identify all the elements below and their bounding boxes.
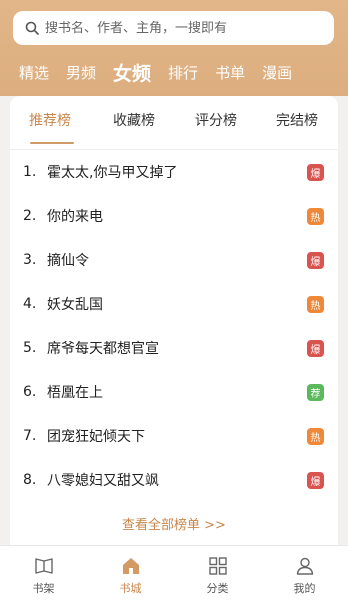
list-item[interactable]: 4. 妖女乱国 热 bbox=[10, 282, 338, 326]
hot-badge: 爆 bbox=[307, 471, 324, 489]
recommend-badge: 荐 bbox=[307, 383, 324, 401]
book-title: 霍太太,你马甲又掉了 bbox=[47, 165, 178, 181]
book-title: 席爷每天都想官宣 bbox=[47, 341, 159, 357]
hot-badge: 热 bbox=[307, 427, 324, 445]
hot-badge: 热 bbox=[307, 295, 324, 313]
tab-recommended[interactable]: 推荐榜 bbox=[29, 110, 71, 130]
book-title: 妖女乱国 bbox=[47, 297, 103, 313]
ranking-card: 推荐榜 收藏榜 评分榜 完结榜 1. 霍太太,你马甲又掉了 爆 2. 你的来电 … bbox=[10, 96, 338, 545]
nav-item-male[interactable]: 男频 bbox=[66, 62, 96, 83]
bottom-tab-bar: 书架 书城 分类 我的 bbox=[0, 545, 348, 600]
search-bar[interactable] bbox=[13, 11, 334, 45]
book-title: 梧凰在上 bbox=[47, 385, 103, 401]
list-item[interactable]: 5. 席爷每天都想官宣 爆 bbox=[10, 326, 338, 370]
ranking-tabs: 推荐榜 收藏榜 评分榜 完结榜 bbox=[10, 110, 338, 140]
nav-item-female[interactable]: 女频 bbox=[113, 59, 151, 86]
rank-number: 5. bbox=[23, 340, 37, 356]
list-item[interactable]: 3. 摘仙令 爆 bbox=[10, 238, 338, 282]
book-title: 团宠狂妃倾天下 bbox=[47, 429, 145, 445]
tab-profile[interactable]: 我的 bbox=[261, 546, 348, 600]
bookstore-icon bbox=[122, 558, 139, 574]
list-item[interactable]: 6. 梧凰在上 荐 bbox=[10, 370, 338, 414]
list-item[interactable]: 2. 你的来电 热 bbox=[10, 194, 338, 238]
book-title: 你的来电 bbox=[47, 209, 103, 225]
rank-number: 7. bbox=[23, 428, 37, 444]
rank-number: 4. bbox=[23, 296, 37, 312]
hot-badge: 爆 bbox=[307, 251, 324, 269]
category-icon bbox=[208, 557, 227, 575]
tab-label: 书架 bbox=[32, 582, 55, 595]
tab-completed[interactable]: 完结榜 bbox=[276, 110, 318, 130]
rank-number: 8. bbox=[23, 472, 37, 488]
nav-item-featured[interactable]: 精选 bbox=[19, 62, 49, 83]
list-item[interactable]: 1. 霍太太,你马甲又掉了 爆 bbox=[10, 150, 338, 194]
search-icon bbox=[25, 21, 39, 35]
tab-bookshelf[interactable]: 书架 bbox=[0, 546, 87, 600]
channel-nav: 精选 男频 女频 排行 书单 漫画 bbox=[0, 54, 348, 90]
rank-number: 1. bbox=[23, 164, 37, 180]
tab-bookstore[interactable]: 书城 bbox=[87, 546, 174, 600]
tab-favorites[interactable]: 收藏榜 bbox=[113, 110, 155, 130]
nav-item-ranking[interactable]: 排行 bbox=[168, 62, 198, 83]
list-item[interactable]: 8. 八零媳妇又甜又飒 爆 bbox=[10, 458, 338, 502]
tab-label: 书城 bbox=[119, 582, 142, 595]
tab-label: 我的 bbox=[293, 582, 316, 595]
rank-number: 2. bbox=[23, 208, 37, 224]
hot-badge: 热 bbox=[307, 207, 324, 225]
profile-icon bbox=[296, 557, 313, 575]
bookshelf-icon bbox=[34, 558, 53, 574]
hot-badge: 爆 bbox=[307, 163, 324, 181]
hot-badge: 爆 bbox=[307, 339, 324, 357]
book-title: 八零媳妇又甜又飒 bbox=[47, 473, 159, 489]
nav-item-comics[interactable]: 漫画 bbox=[262, 62, 292, 83]
book-title: 摘仙令 bbox=[47, 253, 89, 269]
tab-rating[interactable]: 评分榜 bbox=[195, 110, 237, 130]
tab-label: 分类 bbox=[206, 582, 229, 595]
header-bar: 精选 男频 女频 排行 书单 漫画 bbox=[0, 0, 348, 96]
rank-number: 3. bbox=[23, 252, 37, 268]
list-item[interactable]: 7. 团宠狂妃倾天下 热 bbox=[10, 414, 338, 458]
view-all-rankings-link[interactable]: 查看全部榜单 >> bbox=[10, 514, 338, 533]
tab-category[interactable]: 分类 bbox=[174, 546, 261, 600]
nav-item-booklist[interactable]: 书单 bbox=[215, 62, 245, 83]
rank-number: 6. bbox=[23, 384, 37, 400]
search-input[interactable] bbox=[45, 20, 315, 36]
active-tab-indicator bbox=[30, 142, 74, 144]
